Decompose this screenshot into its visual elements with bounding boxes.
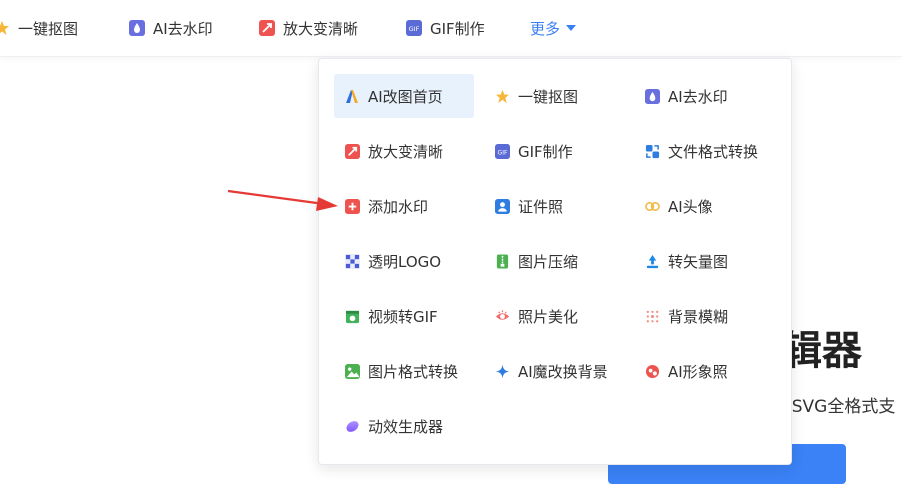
page-title: 辑器 — [782, 328, 862, 374]
menu-item-enlarge[interactable]: 放大变清晰 — [334, 129, 474, 173]
motion-icon — [345, 419, 360, 434]
nav-more-button[interactable]: 更多 — [530, 0, 577, 56]
menu-item-label: 动效生成器 — [368, 417, 444, 436]
menu-item-ai-home[interactable]: AI改图首页 — [334, 74, 474, 118]
menu-item-beautify[interactable]: 照片美化 — [484, 294, 624, 338]
enlarge-icon — [345, 143, 360, 159]
menu-item-label: 证件照 — [518, 197, 564, 216]
menu-item-label: 透明LOGO — [368, 252, 442, 271]
video-gif-icon — [345, 309, 360, 324]
ai-watermark-icon — [129, 20, 145, 36]
menu-item-blur[interactable]: 背景模糊 — [634, 294, 774, 338]
menu-item-vector[interactable]: 转矢量图 — [634, 239, 774, 283]
menu-item-ai-watermark[interactable]: AI去水印 — [634, 74, 774, 118]
top-navigation: 一键抠图 AI去水印 放大变清晰 GIF GIF制作 更多 — [0, 0, 902, 57]
vector-icon — [645, 254, 660, 269]
menu-item-motion[interactable]: 动效生成器 — [334, 404, 474, 448]
menu-item-label: AI形象照 — [668, 362, 728, 381]
nav-item-gif[interactable]: GIF GIF制作 — [406, 0, 485, 56]
menu-item-label: 转矢量图 — [668, 252, 729, 271]
menu-item-label: 放大变清晰 — [368, 142, 444, 161]
menu-item-label: AI头像 — [668, 197, 713, 216]
nav-item-ai-watermark[interactable]: AI去水印 — [129, 0, 213, 56]
beautify-icon — [495, 309, 510, 324]
menu-item-label: 视频转GIF — [368, 307, 438, 326]
menu-item-format-convert[interactable]: 文件格式转换 — [634, 129, 774, 173]
nav-item-enlarge[interactable]: 放大变清晰 — [259, 0, 358, 56]
menu-item-cutout[interactable]: 一键抠图 — [484, 74, 624, 118]
menu-item-label: 照片美化 — [518, 307, 579, 326]
star-cutout-icon — [495, 89, 510, 104]
nav-item-label: GIF制作 — [430, 19, 485, 38]
image-format-icon — [345, 363, 360, 379]
menu-item-label: 背景模糊 — [668, 307, 729, 326]
svg-text:GIF: GIF — [498, 149, 509, 156]
transparent-logo-icon — [345, 253, 360, 269]
nav-more-label: 更多 — [530, 19, 561, 38]
id-photo-icon — [495, 198, 510, 214]
ai-watermark-icon — [645, 88, 660, 104]
add-watermark-icon — [345, 198, 360, 214]
menu-item-label: 一键抠图 — [518, 87, 579, 106]
menu-item-ai-avatar[interactable]: AI头像 — [634, 184, 774, 228]
gif-icon: GIF — [495, 143, 510, 159]
menu-item-gif[interactable]: GIF GIF制作 — [484, 129, 624, 173]
menu-item-ai-portrait[interactable]: AI形象照 — [634, 349, 774, 393]
blur-icon — [645, 309, 660, 324]
menu-item-label: 图片压缩 — [518, 252, 579, 271]
svg-text:GIF: GIF — [409, 25, 420, 33]
menu-item-ai-background[interactable]: AI魔改换背景 — [484, 349, 624, 393]
page-subtitle: /SVG全格式支 — [786, 397, 896, 417]
nav-item-label: 一键抠图 — [18, 19, 79, 38]
menu-item-label: GIF制作 — [518, 142, 573, 161]
menu-item-video-gif[interactable]: 视频转GIF — [334, 294, 474, 338]
menu-item-label: AI去水印 — [668, 87, 728, 106]
red-arrow-annotation — [227, 189, 338, 211]
more-dropdown-menu: AI改图首页 一键抠图 AI去水印 放大变清晰 GIF GIF制作 文件格式转换 — [318, 58, 792, 465]
chevron-down-icon — [566, 25, 577, 31]
nav-item-cutout[interactable]: 一键抠图 — [0, 0, 78, 56]
ai-avatar-icon — [645, 199, 660, 214]
menu-item-transparent-logo[interactable]: 透明LOGO — [334, 239, 474, 283]
menu-item-label: 文件格式转换 — [668, 142, 759, 161]
menu-item-label: 添加水印 — [368, 197, 429, 216]
star-cutout-icon — [0, 20, 10, 36]
enlarge-icon — [259, 20, 275, 36]
ai-background-icon — [495, 363, 510, 379]
compress-icon — [495, 253, 510, 269]
ai-portrait-icon — [645, 364, 660, 379]
menu-item-label: AI魔改换背景 — [518, 362, 608, 381]
gif-icon: GIF — [406, 20, 422, 36]
format-convert-icon — [645, 144, 660, 159]
menu-item-label: AI改图首页 — [368, 87, 443, 106]
nav-item-label: 放大变清晰 — [283, 19, 359, 38]
menu-item-id-photo[interactable]: 证件照 — [484, 184, 624, 228]
ai-logo-icon — [345, 89, 360, 104]
menu-item-label: 图片格式转换 — [368, 362, 459, 381]
menu-item-compress[interactable]: 图片压缩 — [484, 239, 624, 283]
menu-item-add-watermark[interactable]: 添加水印 — [334, 184, 474, 228]
menu-item-image-format[interactable]: 图片格式转换 — [334, 349, 474, 393]
nav-item-label: AI去水印 — [153, 19, 213, 38]
